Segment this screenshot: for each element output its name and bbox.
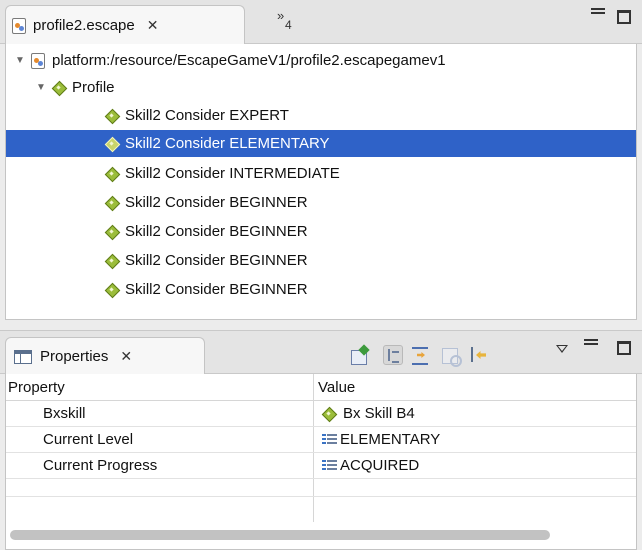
model-file-icon bbox=[31, 52, 45, 69]
property-name-cell[interactable]: Current Progress bbox=[43, 453, 157, 478]
show-advanced-properties-icon[interactable] bbox=[410, 345, 430, 365]
property-name-cell[interactable]: Bxskill bbox=[43, 401, 86, 426]
tree-skill-item[interactable]: Skill2 Consider EXPERT bbox=[6, 102, 636, 129]
skill-label: Skill2 Consider BEGINNER bbox=[125, 252, 308, 269]
expand-triangle-icon[interactable]: ▼ bbox=[14, 55, 26, 66]
restore-default-value-icon[interactable] bbox=[440, 345, 462, 367]
tree-skill-item[interactable]: Skill2 Consider BEGINNER bbox=[6, 218, 636, 245]
properties-view-icon bbox=[14, 349, 32, 364]
pin-to-selection-icon[interactable] bbox=[350, 345, 370, 365]
enum-literal-icon bbox=[322, 459, 337, 472]
element-diamond-icon bbox=[105, 137, 118, 150]
skill-label: Skill2 Consider EXPERT bbox=[125, 107, 289, 124]
tree-skill-item[interactable]: Skill2 Consider INTERMEDIATE bbox=[6, 160, 636, 187]
overflow-chevron-icon[interactable]: » bbox=[277, 8, 284, 23]
horizontal-scrollbar[interactable] bbox=[10, 530, 550, 540]
property-value-cell[interactable]: Bx Skill B4 bbox=[322, 401, 415, 426]
header-divider bbox=[6, 400, 636, 401]
tree-skill-item[interactable]: Skill2 Consider BEGINNER bbox=[6, 189, 636, 216]
row-divider bbox=[6, 496, 636, 497]
property-value-cell[interactable]: ACQUIRED bbox=[322, 453, 419, 478]
element-diamond-icon bbox=[52, 81, 65, 94]
element-diamond-icon bbox=[105, 283, 118, 296]
tree-profile-label: Profile bbox=[72, 79, 115, 96]
overflow-count: 4 bbox=[285, 18, 292, 32]
enum-literal-icon bbox=[322, 433, 337, 446]
element-diamond-icon bbox=[105, 254, 118, 267]
editor-tab-label: profile2.escape bbox=[33, 17, 135, 34]
skill-label: Skill2 Consider ELEMENTARY bbox=[125, 135, 330, 152]
skill-label: Skill2 Consider BEGINNER bbox=[125, 194, 308, 211]
element-diamond-icon bbox=[322, 407, 335, 420]
maximize-icon[interactable] bbox=[617, 341, 631, 355]
minimize-icon[interactable] bbox=[591, 8, 605, 14]
skill-label: Skill2 Consider INTERMEDIATE bbox=[125, 165, 340, 182]
close-icon[interactable]: ✕ bbox=[120, 348, 132, 365]
value-column-header[interactable]: Value bbox=[318, 374, 618, 400]
close-icon[interactable]: ✕ bbox=[147, 17, 159, 34]
column-divider bbox=[313, 374, 314, 522]
property-column-header[interactable]: Property bbox=[8, 374, 308, 400]
filter-properties-icon[interactable] bbox=[468, 345, 488, 365]
tree-profile-node[interactable]: ▼ Profile bbox=[6, 74, 636, 101]
property-value-text: ACQUIRED bbox=[340, 457, 420, 474]
properties-tab-bar: Properties ✕ bbox=[0, 330, 642, 375]
tree-root-resource[interactable]: ▼ platform:/resource/EscapeGameV1/profil… bbox=[6, 47, 636, 74]
tree-skill-item-selected[interactable]: Skill2 Consider ELEMENTARY bbox=[6, 130, 636, 157]
element-diamond-icon bbox=[105, 109, 118, 122]
properties-table: Property Value Bxskill Bx Skill B4 Curre… bbox=[5, 374, 637, 550]
skill-label: Skill2 Consider BEGINNER bbox=[125, 223, 308, 240]
model-file-icon bbox=[12, 17, 26, 34]
editor-tab-profile2[interactable]: profile2.escape ✕ bbox=[5, 5, 245, 45]
element-diamond-icon bbox=[105, 225, 118, 238]
view-menu-icon[interactable] bbox=[556, 345, 568, 353]
maximize-icon[interactable] bbox=[617, 10, 631, 24]
minimize-icon[interactable] bbox=[584, 339, 598, 345]
expand-triangle-icon[interactable]: ▼ bbox=[35, 82, 47, 93]
tree-skill-item[interactable]: Skill2 Consider BEGINNER bbox=[6, 247, 636, 274]
show-categories-icon[interactable] bbox=[383, 345, 403, 365]
property-value-text: ELEMENTARY bbox=[340, 431, 441, 448]
properties-tab[interactable]: Properties ✕ bbox=[5, 337, 205, 375]
editor-tab-bar: profile2.escape ✕ » 4 bbox=[0, 0, 642, 45]
tree-skill-item[interactable]: Skill2 Consider BEGINNER bbox=[6, 276, 636, 303]
properties-tab-label: Properties bbox=[40, 348, 109, 365]
model-tree: ▼ platform:/resource/EscapeGameV1/profil… bbox=[5, 44, 637, 320]
element-diamond-icon bbox=[105, 196, 118, 209]
property-value-cell[interactable]: ELEMENTARY bbox=[322, 427, 440, 452]
skill-label: Skill2 Consider BEGINNER bbox=[125, 281, 308, 298]
property-value-text: Bx Skill B4 bbox=[343, 405, 415, 422]
property-name-cell[interactable]: Current Level bbox=[43, 427, 133, 452]
tree-root-label: platform:/resource/EscapeGameV1/profile2… bbox=[52, 52, 446, 69]
row-divider bbox=[6, 478, 636, 479]
element-diamond-icon bbox=[105, 167, 118, 180]
